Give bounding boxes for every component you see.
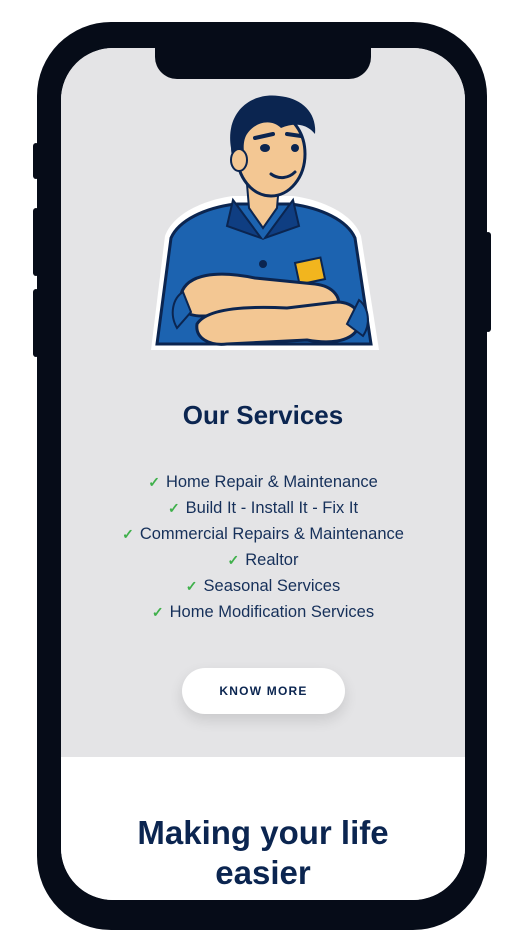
check-icon: ✓ <box>167 500 180 516</box>
service-list: ✓ Home Repair & Maintenance ✓ Build It - I… <box>61 471 465 627</box>
power-button <box>485 232 491 332</box>
service-item: ✓ Home Modification Services <box>61 601 465 627</box>
service-label: Build It - Install It - Fix It <box>185 499 359 517</box>
check-icon: ✓ <box>122 526 134 542</box>
service-item: ✓ Seasonal Services <box>61 575 465 601</box>
phone-screen: Our Services ✓ Home Repair & Maintenance … <box>61 48 465 900</box>
know-more-button[interactable]: KNOW MORE <box>182 668 345 714</box>
volume-down-button <box>33 289 39 357</box>
service-item: ✓ Realtor <box>61 549 465 575</box>
service-item: ✓ Build It - Install It - Fix It <box>61 497 465 523</box>
phone-notch <box>155 47 371 79</box>
life-section: Making your life easier <box>61 757 465 900</box>
check-icon: ✓ <box>151 604 164 620</box>
volume-up-button <box>33 208 39 276</box>
life-title-line2: easier <box>215 854 311 891</box>
service-label: Home Repair & Maintenance <box>165 473 378 491</box>
life-title: Making your life easier <box>61 813 465 893</box>
service-label: Home Modification Services <box>169 603 375 621</box>
handyman-mascot-icon <box>151 95 379 350</box>
service-label: Realtor <box>245 551 299 569</box>
service-label: Commercial Repairs & Maintenance <box>139 525 404 543</box>
life-title-line1: Making your life <box>137 814 389 851</box>
check-icon: ✓ <box>227 552 240 568</box>
service-item: ✓ Commercial Repairs & Maintenance <box>61 523 465 549</box>
service-item: ✓ Home Repair & Maintenance <box>61 471 465 497</box>
services-section: Our Services ✓ Home Repair & Maintenance … <box>61 48 465 757</box>
check-icon: ✓ <box>185 578 198 594</box>
services-title: Our Services <box>182 400 344 430</box>
service-label: Seasonal Services <box>203 577 341 595</box>
check-icon: ✓ <box>148 474 160 490</box>
mute-switch <box>33 143 39 179</box>
